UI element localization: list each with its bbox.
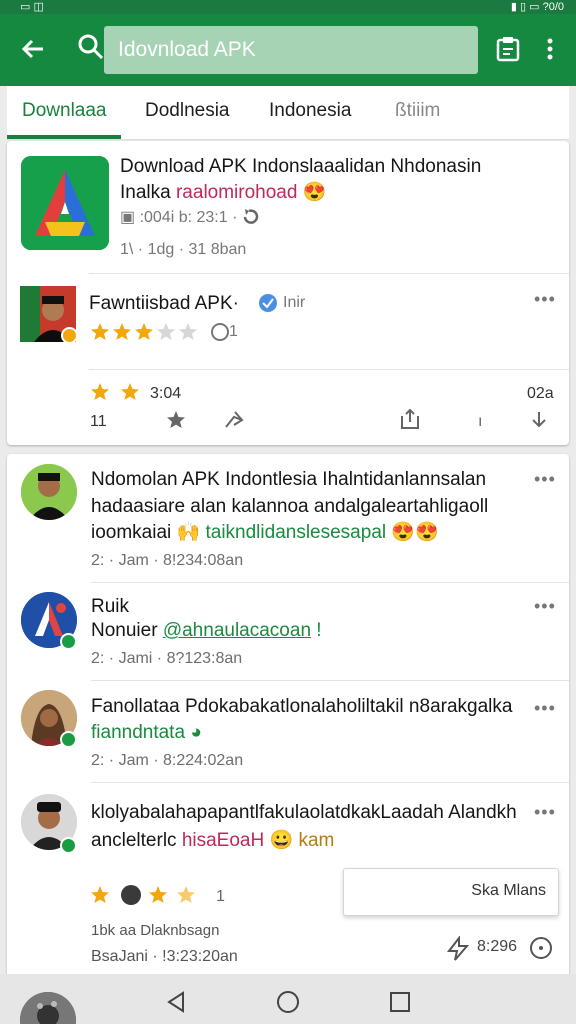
nav-back-icon[interactable] <box>164 990 188 1019</box>
popup-menu-item[interactable]: Ska Mlans <box>471 882 546 900</box>
post-text: Ruik <box>91 596 130 617</box>
divider <box>91 782 569 783</box>
divider <box>91 680 569 681</box>
search-icon[interactable] <box>76 32 106 62</box>
comment-icon[interactable] <box>210 322 230 347</box>
post-more-icon[interactable]: ••• <box>534 289 556 310</box>
star-rating <box>89 884 209 908</box>
action-right: ı <box>478 413 483 430</box>
upload-icon[interactable] <box>399 407 421 436</box>
status-icons: ▭ ◫ <box>20 1 44 13</box>
heart-eyes-emoji: 😍 <box>302 182 327 203</box>
tab-stiiim[interactable]: ßtiiim <box>395 100 440 122</box>
star-outline-icon[interactable] <box>165 409 187 436</box>
action-count: 11 <box>90 413 107 430</box>
post-meta: 2: · Jami · 8?123:8an <box>91 650 243 667</box>
app-info: 1\ · 1dg · 31 8ban <box>120 241 247 258</box>
post-title[interactable]: Fawntiisbad APK· <box>89 293 239 315</box>
nav-home-icon[interactable] <box>276 990 300 1019</box>
status-indicators: ▮ ▯ ▭ ?0/0 <box>510 1 564 13</box>
stat-right: 02a <box>527 385 554 402</box>
app-title[interactable]: Download APK Indonslaaalidan Nhdonasin <box>120 156 481 178</box>
post-meta: 2: · Jam · 8:224:02an <box>91 752 244 769</box>
post-more-icon[interactable]: ••• <box>534 596 556 617</box>
rating-count: 1 <box>216 888 225 905</box>
status-bar: ▭ ◫ ▮ ▯ ▭ ?0/0 <box>0 0 576 14</box>
verified-badge-icon <box>60 731 77 748</box>
share-arrow-icon[interactable] <box>223 409 245 436</box>
post-avatar[interactable] <box>21 464 77 520</box>
app-logo <box>21 156 109 250</box>
comment-count: 1 <box>229 323 238 340</box>
tab-dodlnesia[interactable]: Dodlnesia <box>145 100 230 122</box>
tab-indonesia[interactable]: Indonesia <box>269 100 351 122</box>
post-list: Ndomolan APK Indontlesia Ihalntidanlanns… <box>7 454 569 974</box>
verified-icon <box>258 293 278 318</box>
post-text: fianndntata ◕ <box>91 722 202 743</box>
refresh-icon[interactable] <box>241 207 261 230</box>
verified-badge-icon <box>60 837 77 854</box>
tab-bar: Downlaaa Dodlnesia Indonesia ßtiiim <box>7 86 569 140</box>
system-nav-bar <box>0 974 576 1024</box>
post-text: klolyabalahapapantlfakulaolatdkakLaadah … <box>91 802 517 823</box>
post-meta: BsaJani · !3:23:20an <box>91 948 238 965</box>
profile-avatar[interactable] <box>20 992 76 1024</box>
flash-icon[interactable] <box>445 935 471 967</box>
post-title-suffix: Inir <box>283 294 306 311</box>
star-rating <box>89 321 201 343</box>
tab-download[interactable]: Downlaaa <box>22 100 107 122</box>
post-text: Nonuier @ahnaulacacoan ! <box>91 620 322 641</box>
divider <box>89 273 569 274</box>
post-stat: 8:296 <box>477 938 518 955</box>
divider <box>89 369 569 370</box>
post-more-icon[interactable]: ••• <box>534 469 556 490</box>
badge-icon <box>61 327 76 342</box>
post-more-icon[interactable]: ••• <box>534 802 556 823</box>
tab-indicator <box>7 135 121 139</box>
more-vert-icon[interactable] <box>543 36 557 62</box>
star-pair <box>89 381 145 403</box>
post-more-icon[interactable]: ••• <box>534 698 556 719</box>
clipboard-icon[interactable] <box>496 36 520 62</box>
app-meta: ▣ :004i b: 23:1 · <box>120 209 238 226</box>
info-circle-icon[interactable] <box>529 936 553 965</box>
post-footer: 1bk aa Dlaknbsagn <box>91 922 220 939</box>
verified-badge-icon <box>60 633 77 650</box>
search-input[interactable]: Idovnload APK <box>104 26 478 74</box>
back-arrow-icon[interactable] <box>18 34 48 64</box>
poster-avatar[interactable] <box>20 286 76 342</box>
post-text: Ndomolan APK Indontlesia Ihalntidanlanns… <box>91 469 487 490</box>
post-text: anclelterlc hisaEoaH 😀 kam <box>91 830 335 851</box>
app-subtitle: Inalka raalomirohoad 😍 <box>120 182 327 203</box>
app-card[interactable]: Download APK Indonslaaalidan Nhdonasin I… <box>7 141 569 445</box>
divider <box>91 582 569 583</box>
post-text: ioomkaiai 🙌 taikndlidanslesesapal 😍😍 <box>91 522 439 543</box>
popup-menu[interactable]: Ska Mlans <box>343 868 559 916</box>
stat-label: 3:04 <box>150 385 182 402</box>
app-bar: Idovnload APK <box>0 14 576 86</box>
post-meta: 2: · Jam · 8!234:08an <box>91 552 244 569</box>
nav-recents-icon[interactable] <box>388 990 412 1019</box>
download-icon[interactable] <box>529 409 549 436</box>
post-text: hadaasiare alan kalannoa andalgaleartahl… <box>91 496 489 517</box>
post-text: Fanollataa Pdokabakatlonalaholiltakil n8… <box>91 696 513 717</box>
